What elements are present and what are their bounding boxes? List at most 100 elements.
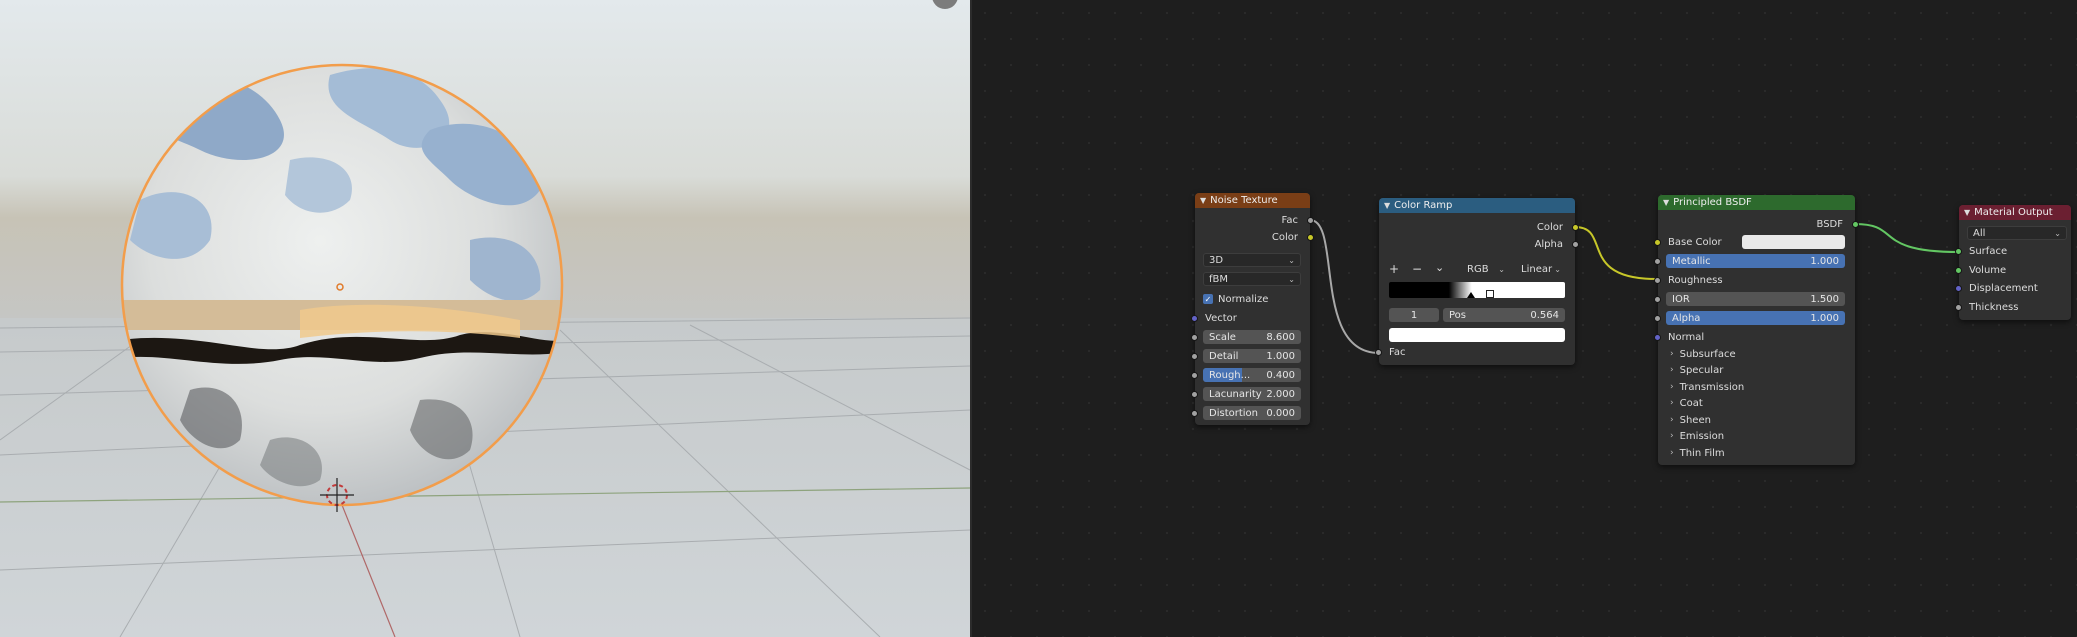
output-bsdf-socket[interactable] — [1852, 221, 1859, 228]
alpha-label: Alpha — [1672, 312, 1701, 324]
remove-stop-button[interactable]: − — [1412, 262, 1422, 276]
input-vector-socket[interactable] — [1191, 315, 1198, 322]
color-mode-dropdown[interactable]: RGB ⌄ — [1461, 262, 1511, 276]
normalize-label: Normalize — [1218, 293, 1269, 305]
noise-type-value: fBM — [1209, 273, 1229, 285]
panel-thin-film[interactable]: › Thin Film — [1670, 446, 1725, 460]
output-bsdf-label: BSDF — [1816, 218, 1843, 230]
input-thickness-socket[interactable] — [1955, 304, 1962, 311]
chevron-right-icon: › — [1670, 431, 1674, 441]
interpolation-dropdown[interactable]: Linear ⌄ — [1515, 262, 1567, 276]
chevron-down-icon: ⌄ — [1288, 255, 1295, 265]
panel-label: Sheen — [1679, 414, 1711, 426]
ior-field[interactable]: IOR 1.500 — [1666, 292, 1845, 306]
input-base-color-socket[interactable] — [1654, 239, 1661, 246]
dimensions-dropdown[interactable]: 3D ⌄ — [1203, 253, 1301, 267]
panel-coat[interactable]: › Coat — [1670, 396, 1703, 410]
color-ramp-header[interactable]: ▼ Color Ramp — [1379, 198, 1575, 213]
input-fac-label: Fac — [1389, 346, 1406, 358]
detail-value: 1.000 — [1266, 350, 1295, 362]
panel-emission[interactable]: › Emission — [1670, 429, 1724, 443]
shader-editor[interactable]: ▼ Noise Texture Fac Color 3D ⌄ fBM ⌄ ✓ N… — [972, 0, 2077, 637]
collapse-chevron-icon[interactable]: ▼ — [1200, 196, 1206, 205]
metallic-label: Metallic — [1672, 255, 1711, 267]
interpolation-value: Linear — [1521, 263, 1553, 275]
input-displacement-socket[interactable] — [1955, 285, 1962, 292]
input-distortion-socket[interactable] — [1191, 410, 1198, 417]
stop-color-swatch[interactable] — [1389, 328, 1565, 342]
ramp-stop-white-selected[interactable] — [1486, 290, 1494, 298]
chevron-down-icon: ⌄ — [1498, 264, 1505, 274]
link-bsdf-to-surface — [1854, 223, 1960, 253]
stop-index-field[interactable]: 1 — [1389, 308, 1439, 322]
panel-label: Emission — [1679, 430, 1725, 442]
lacunarity-label: Lacunarity — [1209, 388, 1262, 400]
input-scale-socket[interactable] — [1191, 334, 1198, 341]
ior-label: IOR — [1672, 293, 1690, 305]
input-volume-socket[interactable] — [1955, 267, 1962, 274]
input-detail-socket[interactable] — [1191, 353, 1198, 360]
normalize-checkbox[interactable]: ✓ — [1203, 294, 1213, 304]
input-normal-socket[interactable] — [1654, 334, 1661, 341]
lacunarity-value: 2.000 — [1266, 388, 1295, 400]
ior-value: 1.500 — [1810, 293, 1839, 305]
panel-subsurface[interactable]: › Subsurface — [1670, 347, 1736, 361]
panel-label: Coat — [1679, 397, 1703, 409]
color-ramp-node[interactable]: ▼ Color Ramp Color Alpha + − ⌄ RGB ⌄ Lin… — [1375, 198, 1579, 365]
lacunarity-field[interactable]: Lacunarity 2.000 — [1203, 387, 1301, 401]
volume-label: Volume — [1969, 264, 2007, 276]
material-output-node[interactable]: ▼ Material Output All ⌄ Surface Volume D… — [1955, 205, 2071, 320]
roughness-label: Rough... — [1209, 369, 1251, 381]
noise-texture-node[interactable]: ▼ Noise Texture Fac Color 3D ⌄ fBM ⌄ ✓ N… — [1191, 193, 1314, 425]
principled-bsdf-node[interactable]: ▼ Principled BSDF BSDF Base Color Metall… — [1654, 195, 1859, 465]
noise-texture-header[interactable]: ▼ Noise Texture — [1195, 193, 1310, 208]
input-lacunarity-socket[interactable] — [1191, 391, 1198, 398]
input-ior-socket[interactable] — [1654, 296, 1661, 303]
input-surface-socket[interactable] — [1955, 248, 1962, 255]
vector-label: Vector — [1205, 312, 1237, 324]
link-fac-to-fac — [1309, 219, 1380, 354]
metallic-field[interactable]: Metallic 1.000 — [1666, 254, 1845, 268]
color-ramp-gradient[interactable] — [1389, 282, 1565, 298]
distortion-field[interactable]: Distortion 0.000 — [1203, 406, 1301, 420]
alpha-field[interactable]: Alpha 1.000 — [1666, 311, 1845, 325]
stop-position-field[interactable]: Pos 0.564 — [1443, 308, 1565, 322]
pos-value: 0.564 — [1530, 309, 1559, 321]
input-alpha-socket[interactable] — [1654, 315, 1661, 322]
chevron-right-icon: › — [1670, 349, 1674, 359]
roughness-value: 0.400 — [1266, 369, 1295, 381]
detail-field[interactable]: Detail 1.000 — [1203, 349, 1301, 363]
panel-sheen[interactable]: › Sheen — [1670, 413, 1711, 427]
input-roughness-socket[interactable] — [1191, 372, 1198, 379]
output-color-label: Color — [1536, 221, 1563, 233]
ramp-stop-black[interactable] — [1467, 292, 1475, 298]
output-alpha-socket[interactable] — [1572, 241, 1579, 248]
collapse-chevron-icon[interactable]: ▼ — [1964, 208, 1970, 217]
output-color-socket[interactable] — [1572, 224, 1579, 231]
surface-label: Surface — [1969, 245, 2008, 257]
noise-type-dropdown[interactable]: fBM ⌄ — [1203, 272, 1301, 286]
collapse-chevron-icon[interactable]: ▼ — [1663, 198, 1669, 207]
ramp-menu-button[interactable]: ⌄ — [1435, 260, 1444, 274]
base-color-swatch[interactable] — [1742, 235, 1845, 249]
output-fac-socket[interactable] — [1307, 217, 1314, 224]
chevron-right-icon: › — [1670, 398, 1674, 408]
target-dropdown[interactable]: All ⌄ — [1967, 226, 2067, 240]
input-metallic-socket[interactable] — [1654, 258, 1661, 265]
input-fac-socket[interactable] — [1375, 349, 1382, 356]
scale-field[interactable]: Scale 8.600 — [1203, 330, 1301, 344]
add-stop-button[interactable]: + — [1389, 262, 1399, 276]
distortion-label: Distortion — [1209, 407, 1258, 419]
panel-transmission[interactable]: › Transmission — [1670, 380, 1744, 394]
collapse-chevron-icon[interactable]: ▼ — [1384, 201, 1390, 210]
panel-specular[interactable]: › Specular — [1670, 363, 1723, 377]
principled-bsdf-header[interactable]: ▼ Principled BSDF — [1658, 195, 1855, 210]
output-color-socket[interactable] — [1307, 234, 1314, 241]
roughness-label: Roughness — [1668, 274, 1723, 286]
node-title: Color Ramp — [1394, 200, 1453, 211]
chevron-right-icon: › — [1670, 415, 1674, 425]
input-roughness-socket[interactable] — [1654, 277, 1661, 284]
material-output-header[interactable]: ▼ Material Output — [1959, 205, 2071, 220]
3d-viewport[interactable] — [0, 0, 970, 637]
roughness-field[interactable]: Rough... 0.400 — [1203, 368, 1301, 382]
